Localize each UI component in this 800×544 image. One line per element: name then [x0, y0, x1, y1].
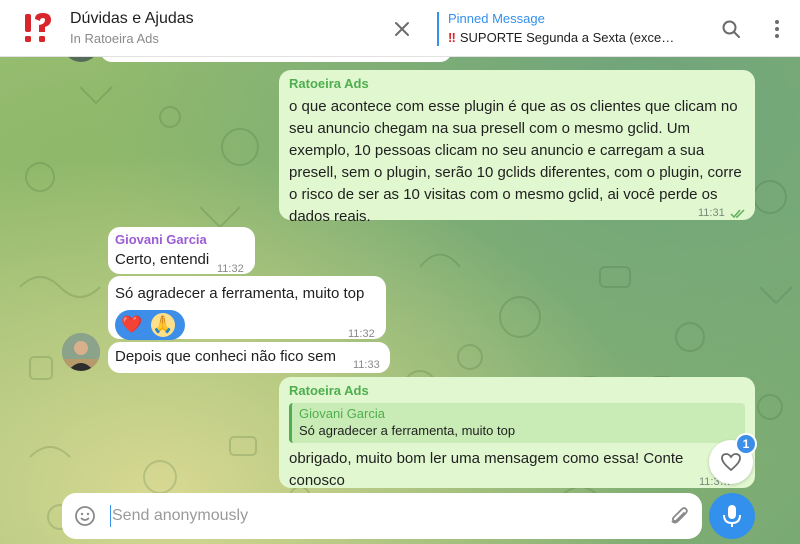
double-check-icon	[730, 204, 746, 226]
pinned-message-preview: ‼ SUPORTE Segunda a Sexta (exce…	[448, 30, 693, 45]
chat-title[interactable]: Dúvidas e Ajudas	[70, 10, 194, 28]
message-time: 11:33	[353, 359, 380, 371]
group-logo-icon[interactable]	[22, 10, 54, 46]
pinned-message[interactable]: Pinned Message ‼ SUPORTE Segunda a Sexta …	[448, 11, 693, 45]
message-bubble-outgoing[interactable]: Ratoeira Ads o que acontece com esse plu…	[279, 70, 755, 225]
message-input[interactable]	[110, 505, 650, 527]
message-sender[interactable]: Ratoeira Ads	[289, 76, 745, 92]
message-text: obrigado, muito bom ler uma mensagem com…	[289, 450, 684, 489]
unread-badge: 1	[735, 433, 757, 455]
reply-quote[interactable]: Giovani Garcia Só agradecer a ferramenta…	[289, 403, 745, 443]
chat-subtitle: In Ratoeira Ads	[70, 31, 159, 46]
close-icon[interactable]	[389, 16, 415, 42]
pinned-message-text: SUPORTE Segunda a Sexta (exce…	[459, 30, 675, 45]
more-options-icon[interactable]	[764, 16, 790, 42]
message-bubble-outgoing[interactable]: Ratoeira Ads Giovani Garcia Só agradecer…	[279, 377, 755, 489]
pinned-message-title: Pinned Message	[448, 11, 545, 26]
message-text: o que acontece com esse plugin é que as …	[289, 98, 742, 225]
message-bubble-incoming[interactable]: Giovani Garcia Certo, entendi 11:32	[108, 227, 255, 275]
message-sender[interactable]: Giovani Garcia	[115, 232, 248, 248]
chat-header: Dúvidas e Ajudas In Ratoeira Ads Pinned …	[0, 0, 800, 57]
search-icon[interactable]	[718, 16, 744, 42]
avatar[interactable]	[62, 333, 100, 371]
paperclip-icon[interactable]	[666, 503, 692, 529]
message-bubble-incoming[interactable]: Depois que conheci não fico sem 11:33	[108, 342, 390, 373]
face-reaction-icon[interactable]: 🙏	[151, 313, 175, 337]
reply-text: Só agradecer a ferramenta, muito top	[299, 423, 516, 438]
message-sender[interactable]: Ratoeira Ads	[289, 383, 745, 399]
message-bubble-incoming[interactable]: Só agradecer a ferramenta, muito top ❤️ …	[108, 276, 386, 340]
message-time: 11:31	[698, 207, 725, 219]
double-exclamation-icon: ‼	[448, 30, 456, 45]
pinned-indicator	[437, 12, 439, 46]
message-text: Só agradecer a ferramenta, muito top	[115, 285, 365, 302]
message-reactions[interactable]: ❤️ 🙏	[115, 310, 185, 340]
reply-sender: Giovani Garcia	[299, 406, 385, 421]
emoji-icon[interactable]	[72, 503, 98, 529]
microphone-icon[interactable]	[709, 493, 755, 539]
message-composer	[62, 493, 702, 539]
heart-reaction-icon[interactable]: ❤️	[119, 312, 145, 338]
message-text: Depois que conheci não fico sem	[115, 348, 336, 365]
